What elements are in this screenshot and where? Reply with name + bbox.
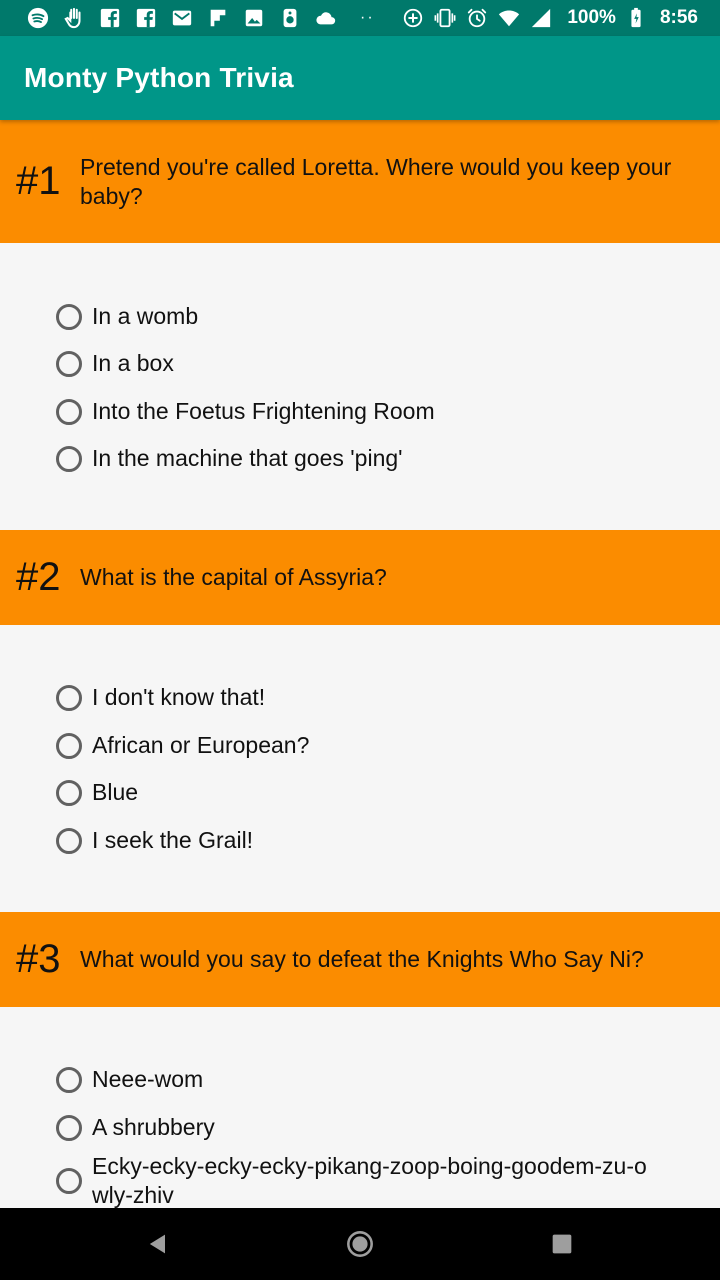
answer-label: In the machine that goes 'ping' [92, 445, 403, 471]
recents-icon[interactable] [548, 1230, 576, 1258]
answer-option[interactable]: Ecky-ecky-ecky-ecky-pikang-zoop-boing-go… [56, 1152, 662, 1208]
answer-label: I don't know that! [92, 684, 266, 710]
answer-option[interactable]: In a womb [56, 302, 692, 331]
status-bar: ·· 100% 8:56 [0, 0, 720, 36]
data-saver-icon [401, 6, 425, 30]
photo-icon [242, 6, 266, 30]
radio-button[interactable] [56, 732, 82, 759]
battery-charging-icon [624, 6, 648, 30]
radio-button[interactable] [56, 1114, 82, 1141]
answer-option[interactable]: In a box [56, 349, 692, 378]
radio-button[interactable] [56, 350, 82, 377]
answer-option[interactable]: Neee-wom [56, 1065, 692, 1094]
answer-option[interactable]: Blue [56, 778, 692, 807]
answer-label: A shrubbery [92, 1114, 215, 1140]
answer-option[interactable]: Into the Foetus Frightening Room [56, 397, 692, 426]
notification-icons: ·· [26, 6, 375, 30]
back-icon[interactable] [144, 1230, 172, 1258]
answer-option[interactable]: I don't know that! [56, 683, 692, 712]
quiz-list[interactable]: #1 Pretend you're called Loretta. Where … [0, 120, 720, 1208]
facebook-icon [98, 6, 122, 30]
question-text: What is the capital of Assyria? [80, 564, 387, 590]
question-header: #3 What would you say to defeat the Knig… [0, 912, 720, 1007]
answer-option[interactable]: African or European? [56, 731, 692, 760]
home-icon[interactable] [346, 1230, 374, 1258]
battery-percentage: 100% [567, 7, 616, 28]
question-header: #1 Pretend you're called Loretta. Where … [0, 120, 720, 243]
question-header: #2 What is the capital of Assyria? [0, 530, 720, 625]
radio-button[interactable] [56, 1066, 82, 1093]
answer-label: Ecky-ecky-ecky-ecky-pikang-zoop-boing-go… [92, 1153, 647, 1208]
question-text: Pretend you're called Loretta. Where wou… [80, 153, 672, 209]
question-number: #1 [16, 159, 61, 203]
more-notifications-indicator: ·· [360, 9, 375, 26]
gmail-icon [170, 6, 194, 30]
app-bar: Monty Python Trivia [0, 36, 720, 120]
vibrate-icon [433, 6, 457, 30]
radio-button[interactable] [56, 303, 82, 330]
radio-button[interactable] [56, 1168, 82, 1194]
question-text: What would you say to defeat the Knights… [80, 946, 644, 972]
alarm-icon [465, 6, 489, 30]
radio-button[interactable] [56, 445, 82, 472]
speaker-icon [278, 6, 302, 30]
radio-button[interactable] [56, 779, 82, 806]
wifi-icon [497, 6, 521, 30]
question-number: #2 [16, 555, 61, 599]
system-icons: 100% 8:56 [401, 6, 698, 30]
answer-option[interactable]: I seek the Grail! [56, 826, 692, 855]
radio-button[interactable] [56, 684, 82, 711]
answer-label: Blue [92, 779, 139, 805]
answer-label: In a box [92, 350, 174, 376]
radio-button[interactable] [56, 827, 82, 854]
app-title: Monty Python Trivia [24, 62, 294, 93]
radio-button[interactable] [56, 398, 82, 425]
answer-label: I seek the Grail! [92, 827, 254, 853]
hand-icon [62, 6, 86, 30]
answer-label: African or European? [92, 732, 310, 758]
cloud-icon [314, 6, 338, 30]
answer-label: Neee-wom [92, 1066, 204, 1092]
spotify-icon [26, 6, 50, 30]
answer-label: Into the Foetus Frightening Room [92, 398, 435, 424]
facebook-icon [134, 6, 158, 30]
answer-option[interactable]: A shrubbery [56, 1113, 692, 1142]
answer-option[interactable]: In the machine that goes 'ping' [56, 444, 692, 473]
answer-label: In a womb [92, 303, 199, 329]
clock: 8:56 [659, 7, 698, 28]
signal-icon [529, 6, 553, 30]
navigation-bar [0, 1208, 720, 1280]
question-number: #3 [16, 937, 61, 981]
flipboard-icon [206, 6, 230, 30]
